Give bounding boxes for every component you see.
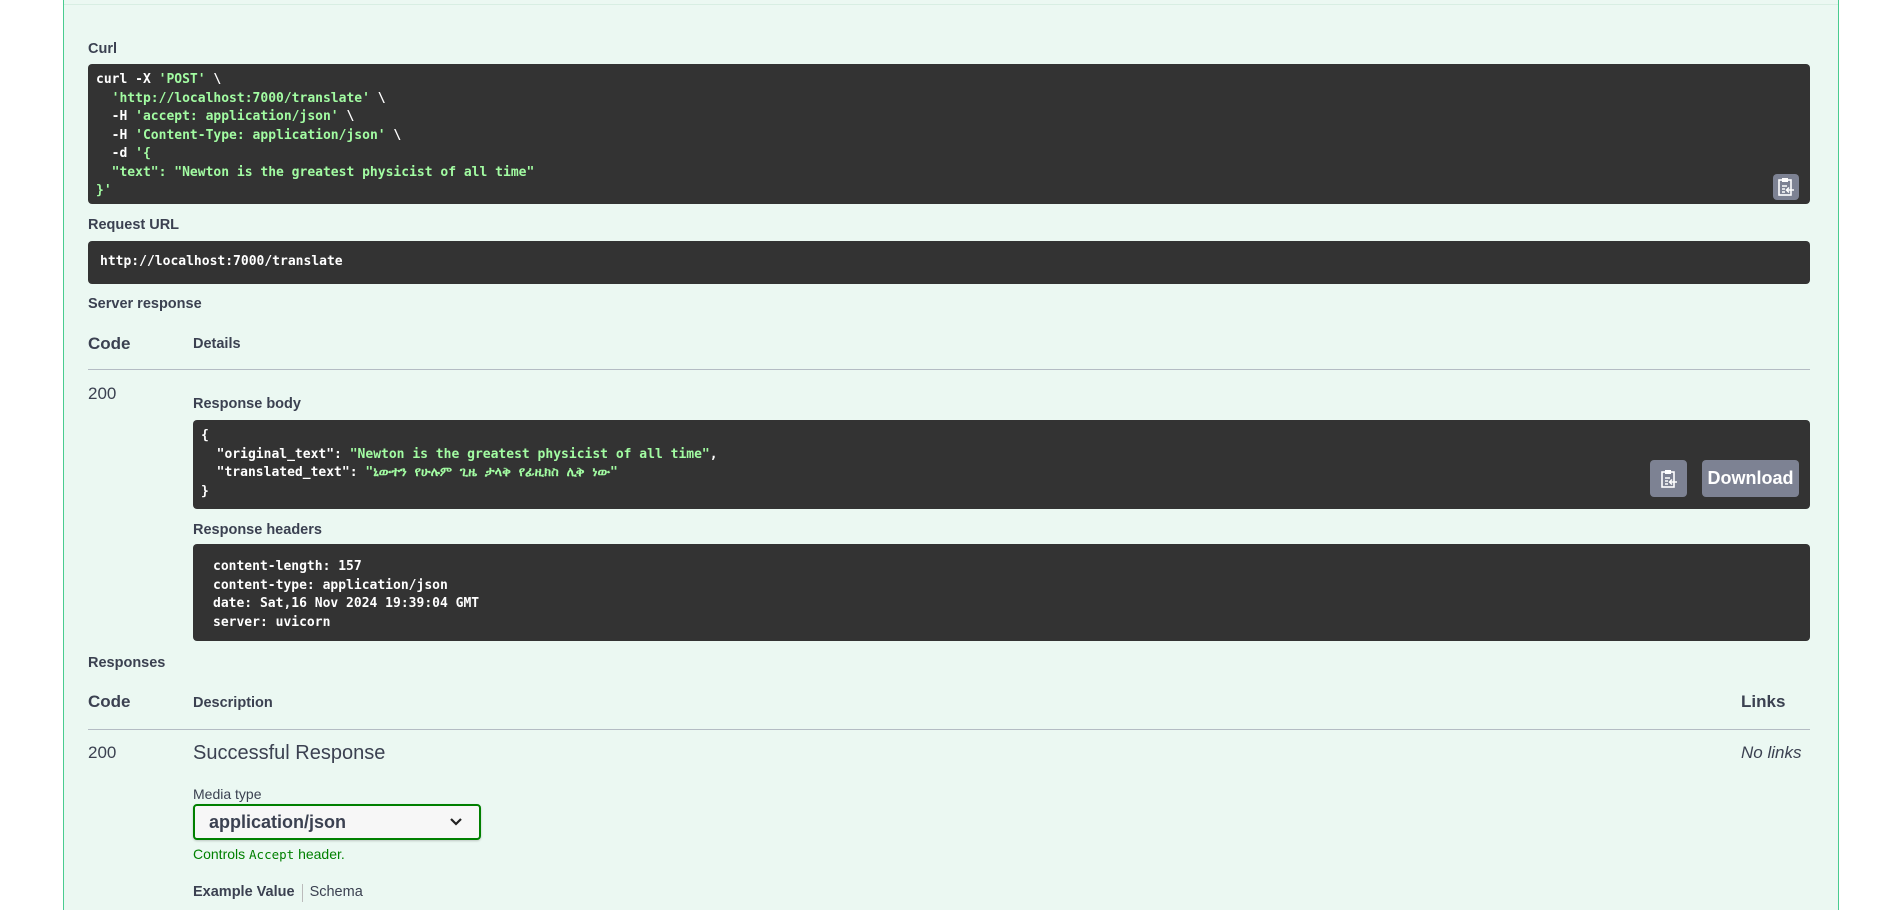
json-brace: { <box>201 428 209 443</box>
response-links: No links <box>1741 743 1802 762</box>
download-button[interactable]: Download <box>1702 460 1799 497</box>
json-key: "translated_text": <box>201 465 366 480</box>
copy-response-button[interactable] <box>1650 460 1687 497</box>
clipboard-copy-icon <box>1660 469 1677 488</box>
json-comma: , <box>709 446 718 462</box>
example-schema-tabs: Example Value Schema <box>193 884 363 902</box>
response-code: 200 <box>88 384 117 403</box>
curl-line: -d '{ <box>96 146 151 161</box>
tab-example-value[interactable]: Example Value <box>193 884 295 902</box>
tab-schema[interactable]: Schema <box>310 884 363 902</box>
controls-accept-hint: Controls Accept header. <box>193 846 345 862</box>
request-url-value[interactable]: http://localhost:7000/translate <box>88 241 1810 284</box>
details-column-header: Details <box>193 336 241 352</box>
divider <box>301 884 303 902</box>
code-column-header: Code <box>88 334 131 353</box>
curl-line: }' <box>96 183 112 198</box>
curl-line: curl -X 'POST' \ <box>96 72 222 87</box>
code-column-header: Code <box>88 692 131 711</box>
response-code: 200 <box>88 743 117 762</box>
copy-curl-button[interactable] <box>1773 174 1799 200</box>
curl-line: -H 'accept: application/json' \ <box>96 109 355 124</box>
curl-line: -H 'Content-Type: application/json' \ <box>96 127 402 143</box>
json-brace: } <box>201 483 209 499</box>
response-body-label: Response body <box>193 396 301 412</box>
header-line: date: Sat,16 Nov 2024 19:39:04 GMT <box>213 596 480 611</box>
request-url-label: Request URL <box>88 217 180 233</box>
curl-label: Curl <box>88 41 117 57</box>
links-column-header: Links <box>1741 692 1786 711</box>
divider <box>88 729 1810 730</box>
header-line: content-length: 157 <box>213 559 362 574</box>
response-headers-label: Response headers <box>193 522 322 538</box>
server-response-label: Server response <box>88 296 202 312</box>
response-description: Successful Response <box>193 742 386 764</box>
media-type-select[interactable]: application/json <box>193 804 481 840</box>
curl-line: "text": "Newton is the greatest physicis… <box>111 164 535 180</box>
curl-line: 'http://localhost:7000/translate' \ <box>111 90 386 106</box>
header-line: server: uvicorn <box>213 614 331 630</box>
json-value: "ኒውተን የሁሉም ጊዜ ታላቅ የፊዚክስ ሊቅ ነው" <box>365 465 618 480</box>
divider <box>64 4 1838 5</box>
json-key: "original_text": <box>201 446 350 462</box>
header-line: content-type: application/json <box>213 577 448 593</box>
chevron-down-icon <box>450 818 462 826</box>
response-headers[interactable]: content-length: 157 content-type: applica… <box>193 544 1810 641</box>
media-type-label: Media type <box>193 786 262 802</box>
divider <box>88 369 1810 370</box>
curl-code-block[interactable]: curl -X 'POST' \ 'http://localhost:7000/… <box>88 64 1810 204</box>
media-type-value: application/json <box>209 811 347 832</box>
description-column-header: Description <box>193 695 273 711</box>
json-value: "Newton is the greatest physicist of all… <box>349 446 710 462</box>
responses-label: Responses <box>88 655 166 671</box>
clipboard-copy-icon <box>1778 178 1794 196</box>
response-body[interactable]: { "original_text": "Newton is the greate… <box>193 420 1810 509</box>
